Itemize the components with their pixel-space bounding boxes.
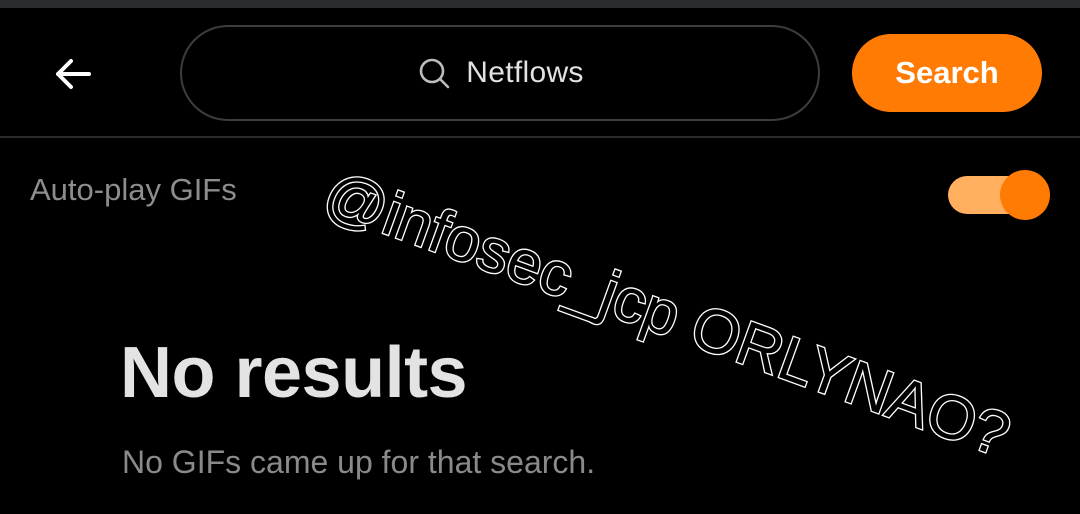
- search-input[interactable]: Netflows: [180, 25, 820, 121]
- empty-state-message: No GIFs came up for that search.: [122, 444, 596, 480]
- gif-search-screen: Netflows Search Auto-play GIFs No result…: [0, 0, 1080, 514]
- annotation-text: @infosec_jcp ORLYNAO?: [315, 158, 1018, 470]
- status-strip: [0, 0, 1080, 8]
- header-divider: [0, 136, 1080, 138]
- back-button[interactable]: [42, 44, 104, 104]
- search-icon: [416, 55, 452, 91]
- search-query-text: Netflows: [466, 56, 584, 89]
- handwritten-annotation: @infosec_jcp ORLYNAO?: [314, 157, 1020, 472]
- search-button[interactable]: Search: [852, 34, 1042, 112]
- autoplay-gifs-label: Auto-play GIFs: [30, 172, 237, 207]
- arrow-left-icon: [56, 59, 91, 89]
